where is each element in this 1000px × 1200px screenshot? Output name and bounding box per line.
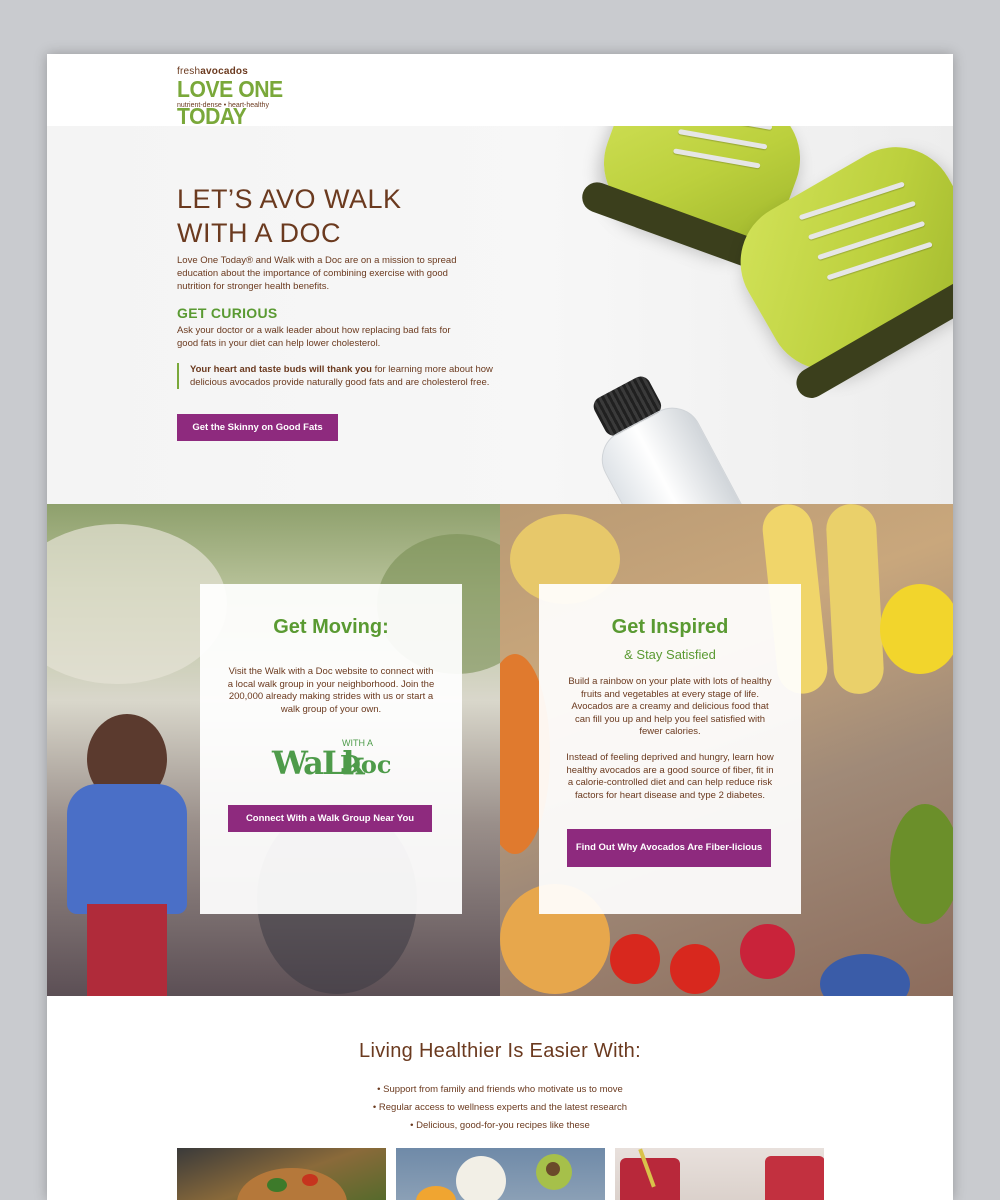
hero-title: LET’S AVO WALK WITH A DOC bbox=[177, 182, 477, 250]
list-item: • Support from family and friends who mo… bbox=[377, 1084, 623, 1095]
site-header: freshavocados LOVE ONE TODAY nutrient-de… bbox=[47, 54, 953, 129]
hero-intro-text: Love One Today® and Walk with a Doc are … bbox=[177, 255, 457, 292]
feature-panels: Get Moving: Visit the Walk with a Doc we… bbox=[47, 504, 953, 996]
hero-callout-quote: Your heart and taste buds will thank you… bbox=[177, 363, 502, 389]
hero-title-line1: LET’S AVO WALK bbox=[177, 184, 402, 214]
love-one-today-logo[interactable]: freshavocados LOVE ONE TODAY nutrient-de… bbox=[177, 66, 347, 129]
walk-with-a-doc-logo[interactable]: WaLk WITH A Doc bbox=[272, 736, 392, 786]
get-inspired-title: Get Inspired bbox=[611, 616, 729, 638]
recipe-thumbnail-avocado-bowl[interactable] bbox=[396, 1148, 605, 1200]
get-curious-text: Ask your doctor or a walk leader about h… bbox=[177, 325, 451, 349]
recipe-thumbnail-pizza[interactable] bbox=[177, 1148, 386, 1200]
get-moving-card: Get Moving: Visit the Walk with a Doc we… bbox=[200, 584, 462, 914]
list-item: • Delicious, good-for-you recipes like t… bbox=[410, 1120, 590, 1131]
get-curious-heading: GET CURIOUS bbox=[177, 305, 278, 321]
quote-bold: Your heart and taste buds will thank you bbox=[190, 364, 372, 375]
water-bottle-image bbox=[564, 355, 773, 504]
skinny-on-good-fats-button[interactable]: Get the Skinny on Good Fats bbox=[177, 414, 338, 441]
recipe-thumbnail-smoothie[interactable] bbox=[615, 1148, 824, 1200]
hero-title-line2: WITH A DOC bbox=[177, 218, 342, 248]
get-inspired-card: Get Inspired & Stay Satisfied Build a ra… bbox=[539, 584, 801, 914]
list-item: • Regular access to wellness experts and… bbox=[372, 1102, 628, 1113]
logo-tagline: nutrient-dense • heart-healthy bbox=[177, 102, 269, 109]
hero-section: LET’S AVO WALK WITH A DOC Love One Today… bbox=[47, 126, 953, 504]
living-healthier-title: Living Healthier Is Easier With: bbox=[359, 1040, 641, 1062]
get-moving-text: Visit the Walk with a Doc website to con… bbox=[227, 666, 435, 715]
logo-with-a-text: WITH A bbox=[342, 738, 373, 748]
get-moving-title: Get Moving: bbox=[273, 616, 389, 638]
get-inspired-text-2: Instead of feeling deprived and hungry, … bbox=[566, 752, 774, 801]
get-inspired-subtitle: & Stay Satisfied bbox=[624, 647, 716, 662]
get-inspired-text-1: Build a rainbow on your plate with lots … bbox=[568, 676, 772, 737]
fiber-licious-button[interactable]: Find Out Why Avocados Are Fiber-licious bbox=[567, 829, 771, 867]
living-healthier-list: • Support from family and friends who mo… bbox=[47, 1081, 953, 1135]
connect-walk-group-button[interactable]: Connect With a Walk Group Near You bbox=[228, 805, 432, 832]
logo-doc-text: Doc bbox=[340, 750, 392, 779]
page: freshavocados LOVE ONE TODAY nutrient-de… bbox=[47, 54, 953, 1200]
